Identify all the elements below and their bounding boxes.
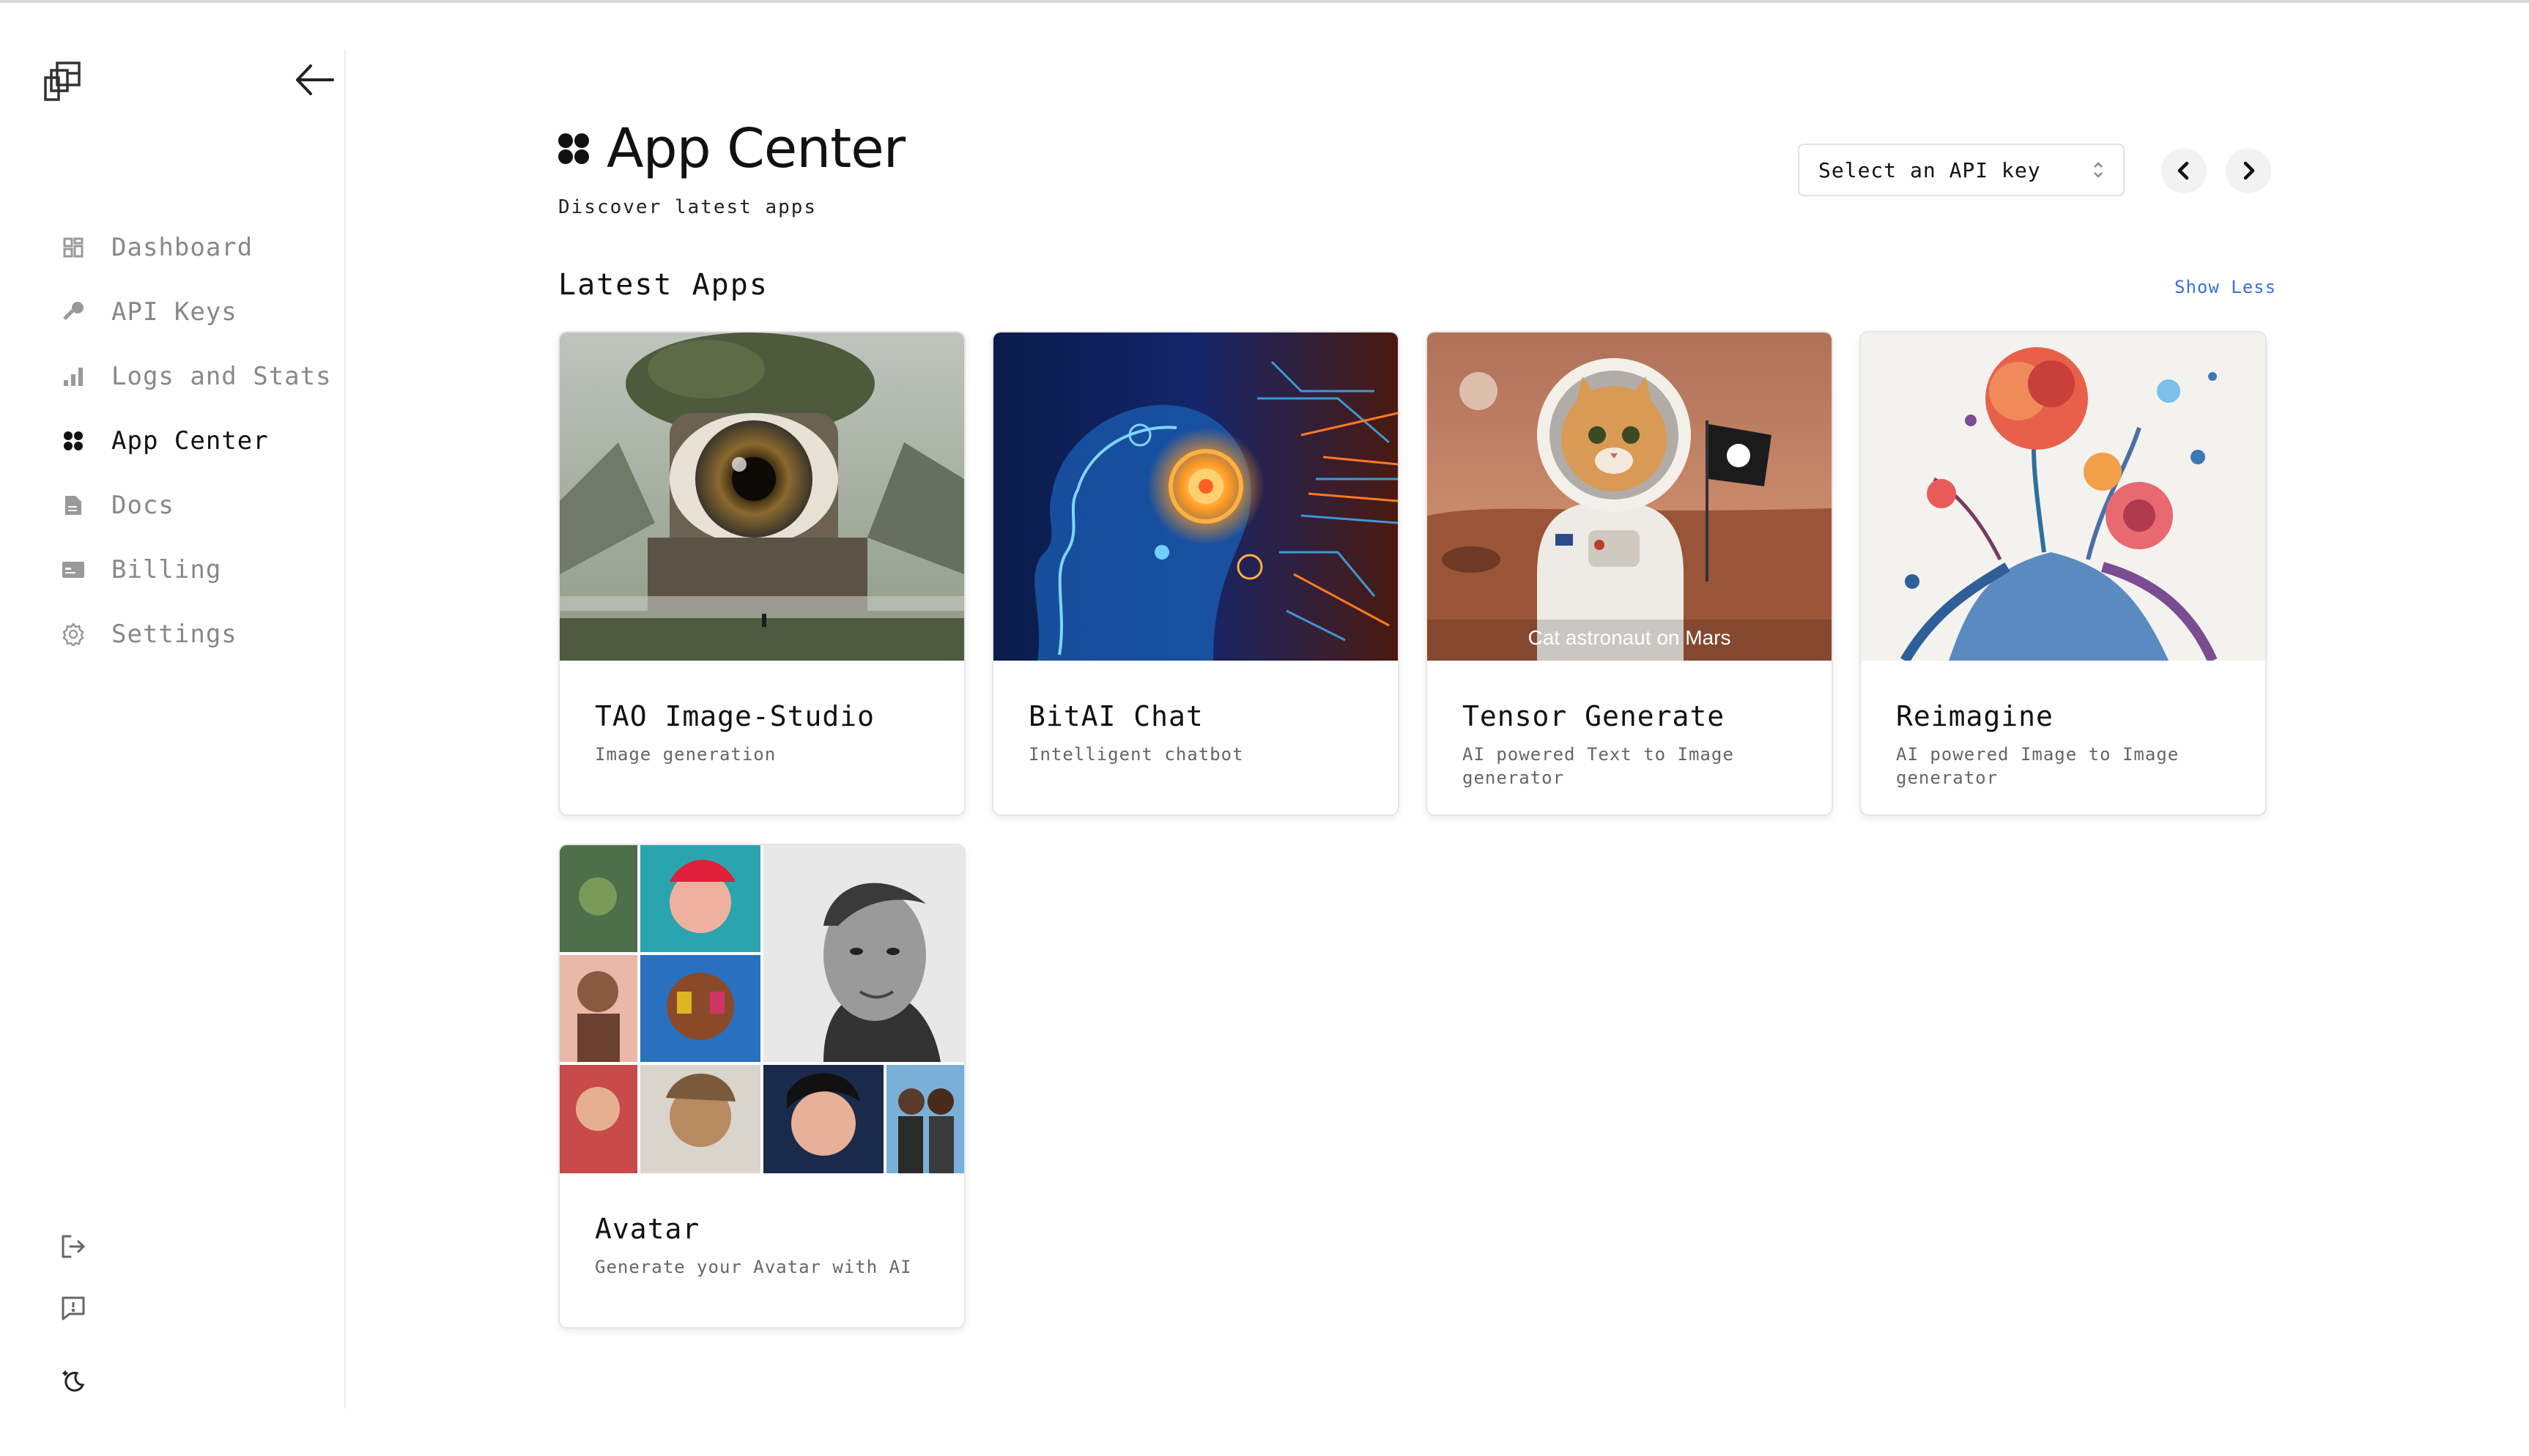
sidebar-item-logs-and-stats[interactable]: Logs and Stats xyxy=(60,344,332,409)
app-card-description: Intelligent chatbot xyxy=(1029,744,1244,765)
api-key-select-value: Select an API key xyxy=(1818,157,2041,182)
sidebar-divider xyxy=(344,50,346,1408)
sidebar-item-label: Billing xyxy=(111,555,222,584)
app-card-avatar[interactable]: Avatar Generate your Avatar with AI xyxy=(558,844,966,1329)
sidebar-item-label: Docs xyxy=(111,491,174,520)
sidebar-item-label: Dashboard xyxy=(111,233,253,262)
document-icon xyxy=(60,492,86,519)
next-button[interactable] xyxy=(2226,148,2271,193)
app-card-description: AI powered Image to Image generator xyxy=(1896,744,2180,788)
sidebar-item-app-center[interactable]: App Center xyxy=(60,409,332,473)
show-less-link[interactable]: Show Less xyxy=(2174,277,2276,297)
sidebar-nav: Dashboard API Keys Logs and Stats App Ce… xyxy=(60,215,332,666)
app-card-title: Reimagine xyxy=(1896,700,2054,732)
apps-icon xyxy=(60,428,86,454)
app-card-title: TAO Image-Studio xyxy=(595,700,875,732)
sidebar-item-api-keys[interactable]: API Keys xyxy=(60,280,332,344)
chevron-left-icon xyxy=(2177,161,2189,180)
app-thumbnail xyxy=(560,333,964,661)
image-caption: Cat astronaut on Mars xyxy=(1528,626,1730,649)
theme-toggle-icon[interactable] xyxy=(56,1364,91,1399)
app-thumbnail xyxy=(993,333,1398,661)
app-thumbnail: Cat astronaut on Mars xyxy=(1427,333,1832,661)
arrow-left-icon xyxy=(296,64,334,95)
select-caret-icon xyxy=(2094,162,2103,178)
apps-icon xyxy=(557,132,590,166)
app-card-title: Tensor Generate xyxy=(1462,700,1725,732)
app-card-bitai-chat[interactable]: BitAI Chat Intelligent chatbot xyxy=(992,331,1399,816)
feedback-icon[interactable] xyxy=(56,1290,91,1326)
logo-icon[interactable] xyxy=(41,57,88,104)
app-card-title: BitAI Chat xyxy=(1029,700,1204,732)
app-card-description: Image generation xyxy=(595,744,777,765)
sidebar-item-settings[interactable]: Settings xyxy=(60,602,332,666)
window-top-border xyxy=(0,0,2529,3)
collapse-sidebar-button[interactable] xyxy=(292,57,337,103)
chevron-right-icon xyxy=(2243,161,2255,180)
app-card-tao-image-studio[interactable]: TAO Image-Studio Image generation xyxy=(558,331,966,816)
app-card-description: AI powered Text to Image generator xyxy=(1462,744,1734,788)
page-header: App Center xyxy=(557,117,906,180)
dashboard-icon xyxy=(60,234,86,261)
app-thumbnail xyxy=(1861,333,2265,661)
logout-icon[interactable] xyxy=(56,1229,91,1264)
sidebar-item-label: Logs and Stats xyxy=(111,362,332,391)
page-title: App Center xyxy=(607,117,906,180)
app-card-tensor-generate[interactable]: Cat astronaut on Mars Tensor Generate AI… xyxy=(1426,331,1833,816)
bar-chart-icon xyxy=(60,363,86,390)
credit-card-icon xyxy=(60,557,86,583)
app-card-title: Avatar xyxy=(595,1213,700,1245)
sidebar-item-label: Settings xyxy=(111,620,237,649)
sidebar-item-label: App Center xyxy=(111,426,269,456)
page-subtitle: Discover latest apps xyxy=(558,196,818,218)
sidebar: Dashboard API Keys Logs and Stats App Ce… xyxy=(0,0,346,1456)
previous-button[interactable] xyxy=(2161,148,2207,193)
app-thumbnail xyxy=(560,845,964,1173)
app-card-reimagine[interactable]: Reimagine AI powered Image to Image gene… xyxy=(1859,331,2267,816)
sidebar-item-billing[interactable]: Billing xyxy=(60,538,332,602)
key-icon xyxy=(60,299,86,325)
api-key-select[interactable]: Select an API key xyxy=(1798,144,2125,196)
sidebar-item-docs[interactable]: Docs xyxy=(60,473,332,538)
sidebar-item-label: API Keys xyxy=(111,297,237,327)
gear-icon xyxy=(60,621,86,647)
section-title: Latest Apps xyxy=(558,268,769,302)
sidebar-item-dashboard[interactable]: Dashboard xyxy=(60,215,332,280)
app-card-description: Generate your Avatar with AI xyxy=(595,1257,912,1277)
